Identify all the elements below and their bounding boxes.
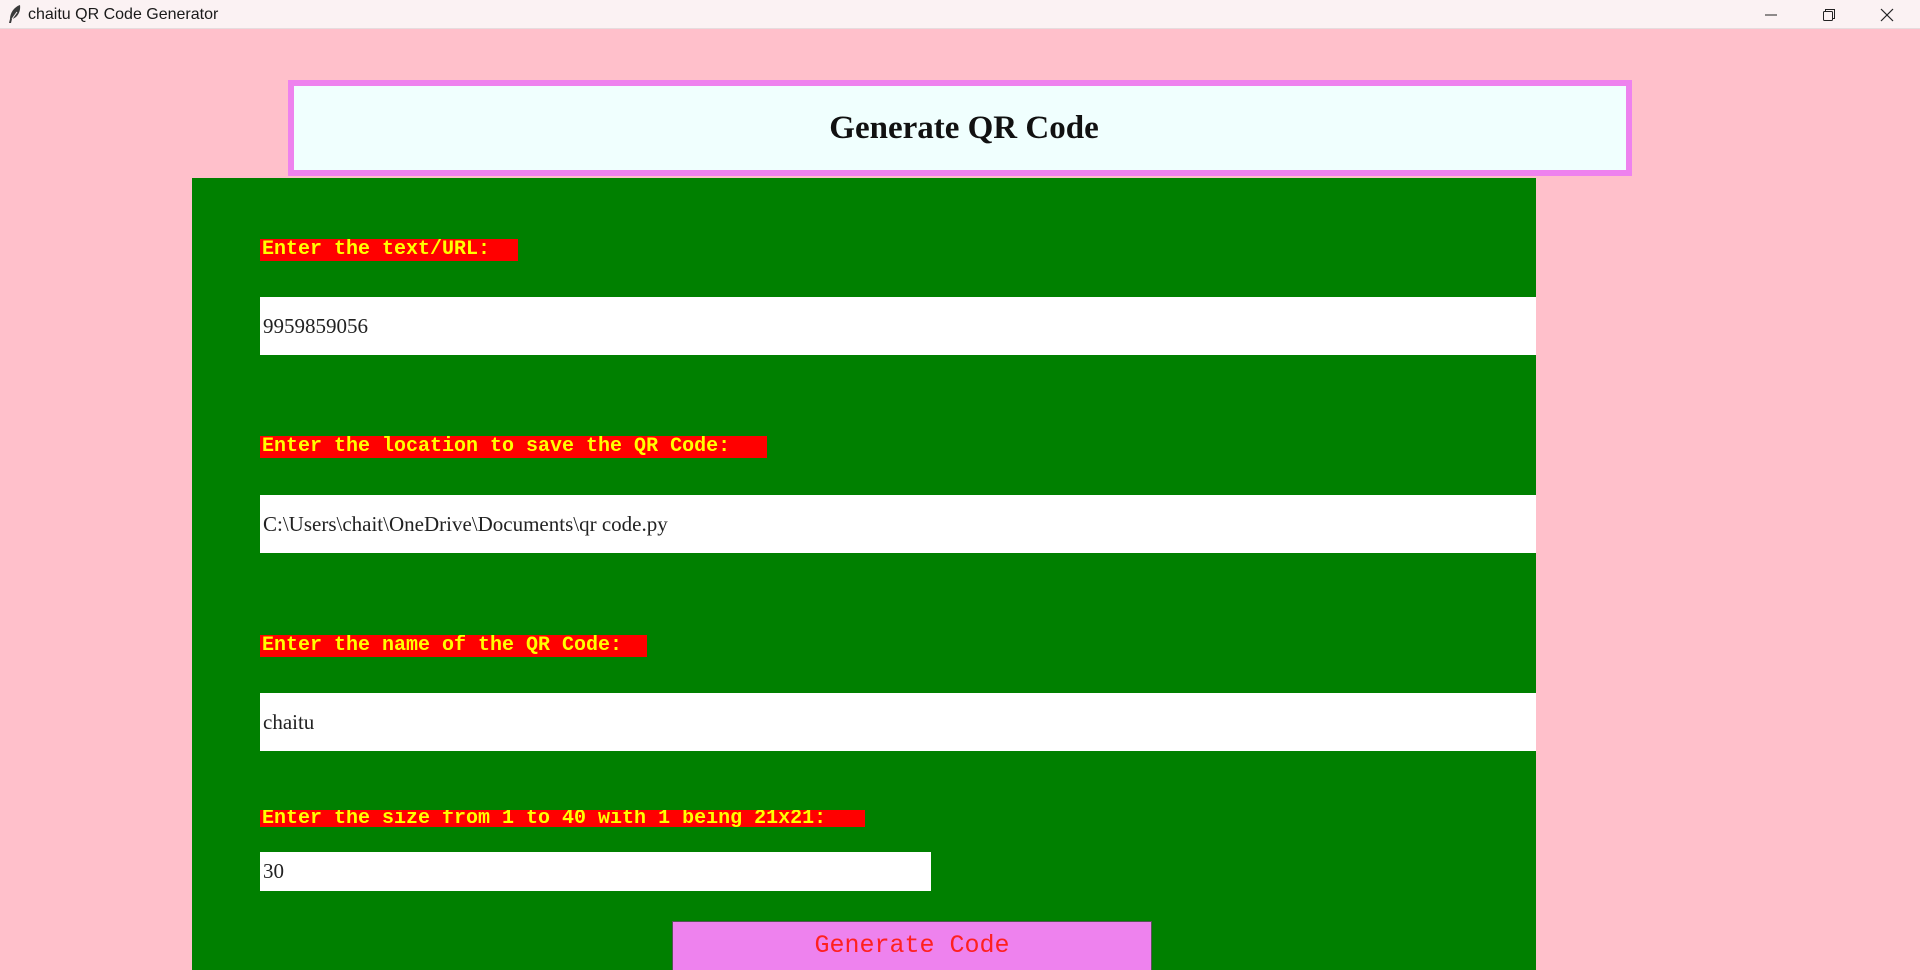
save-location-label: Enter the location to save the QR Code: bbox=[260, 436, 767, 458]
generate-code-button[interactable]: Generate Code bbox=[672, 921, 1152, 970]
minimize-icon bbox=[1765, 14, 1777, 16]
qr-name-input[interactable] bbox=[260, 693, 1536, 751]
window-titlebar: chaitu QR Code Generator bbox=[0, 0, 1920, 29]
save-location-input[interactable] bbox=[260, 495, 1536, 553]
text-url-label: Enter the text/URL: bbox=[260, 239, 518, 261]
form-panel: Enter the text/URL: Enter the location t… bbox=[192, 178, 1536, 970]
window-title: chaitu QR Code Generator bbox=[28, 6, 219, 23]
page-title: Generate QR Code bbox=[829, 109, 1099, 146]
minimize-button[interactable] bbox=[1742, 0, 1800, 29]
text-url-input[interactable] bbox=[260, 297, 1536, 355]
qr-size-input[interactable] bbox=[260, 852, 931, 891]
close-icon bbox=[1880, 8, 1894, 22]
qr-size-label: Enter the size from 1 to 40 with 1 being… bbox=[260, 810, 865, 827]
restore-button[interactable] bbox=[1800, 0, 1858, 29]
header-banner: Generate QR Code bbox=[288, 80, 1632, 176]
feather-icon bbox=[6, 4, 24, 24]
restore-icon bbox=[1823, 9, 1835, 21]
qr-name-label: Enter the name of the QR Code: bbox=[260, 635, 647, 657]
close-button[interactable] bbox=[1858, 0, 1916, 29]
